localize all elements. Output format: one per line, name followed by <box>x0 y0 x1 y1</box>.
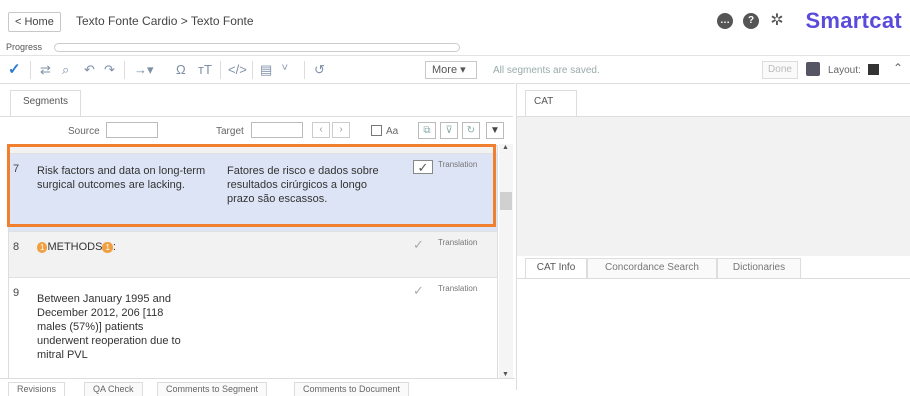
filter-icon[interactable]: ▼ <box>486 122 504 139</box>
refresh-icon[interactable]: ↻ <box>462 122 480 139</box>
filter-row: Source Target ‹ › Aa ⧉ ⊽ ↻ ▼ <box>0 116 513 144</box>
status-label: Translation <box>438 284 478 293</box>
tab-concordance-search[interactable]: Concordance Search <box>587 258 717 278</box>
target-filter-label: Target <box>216 126 244 137</box>
match-case-checkbox[interactable] <box>371 125 382 136</box>
tab-cat-info[interactable]: CAT Info <box>525 258 587 278</box>
confirm-check-icon[interactable]: ✓ <box>8 62 21 78</box>
tab-comments-segment[interactable]: Comments to Segment <box>157 382 268 396</box>
home-button[interactable]: < Home <box>8 12 61 32</box>
cat-results-area <box>517 116 910 256</box>
editor-toolbar: ✓ ⇄ ⌕ ↶ ↷ →▾ Ω тT </> ▤ ⱽ ↺ More ▾ All s… <box>0 55 910 83</box>
gear-icon[interactable]: ✲ <box>769 13 785 29</box>
revert-icon[interactable]: ↺ <box>314 62 325 78</box>
help-icon[interactable]: ? <box>743 13 759 29</box>
cat-panel: CAT CAT Info Concordance Search Dictiona… <box>516 83 910 390</box>
insert-tag-icon[interactable]: →▾ <box>134 62 154 78</box>
done-button[interactable]: Done <box>762 61 798 79</box>
table-row[interactable]: 8 1 METHODS 1: ✓ Translation <box>9 232 497 278</box>
code-icon[interactable]: </> <box>228 62 247 78</box>
copy-source-icon[interactable]: ⇄ <box>40 62 51 78</box>
divider <box>30 61 31 79</box>
bottom-tabs: Revisions QA Check Comments to Segment C… <box>0 378 515 396</box>
special-char-icon[interactable]: Ω <box>176 62 186 78</box>
comment-add-icon[interactable]: ▤ <box>260 62 272 78</box>
divider <box>252 61 253 79</box>
breadcrumb[interactable]: Texto Fonte Cardio > Texto Fonte <box>76 14 254 28</box>
scrollbar-thumb[interactable] <box>500 192 512 210</box>
table-row[interactable]: 9 Between January 1995 and December 2012… <box>9 278 497 378</box>
progress-bar <box>54 43 460 52</box>
divider <box>304 61 305 79</box>
status-label: Translation <box>438 238 478 247</box>
next-match-icon[interactable]: › <box>332 122 350 138</box>
tag-open[interactable]: 1 <box>37 241 48 253</box>
chat-icon[interactable]: … <box>717 13 733 29</box>
more-dropdown[interactable]: More ▾ <box>425 61 477 79</box>
segment-number: 9 <box>13 287 20 299</box>
scrollbar[interactable]: ▲ ▼ <box>499 144 513 378</box>
prev-match-icon[interactable]: ‹ <box>312 122 330 138</box>
save-icon[interactable] <box>806 62 820 76</box>
check-icon[interactable]: ✓ <box>413 238 433 252</box>
progress-label: Progress <box>6 42 43 52</box>
target-filter-input[interactable] <box>251 122 303 138</box>
source-text-suffix: : <box>112 241 116 253</box>
save-status: All segments are saved. <box>493 65 600 76</box>
scroll-down-icon[interactable]: ▼ <box>502 371 509 378</box>
divider <box>220 61 221 79</box>
scroll-up-icon[interactable]: ▲ <box>502 144 509 151</box>
match-case-label: Aa <box>386 126 399 137</box>
undo-icon[interactable]: ↶ <box>84 62 95 78</box>
layout-label: Layout: <box>828 65 861 76</box>
text-case-icon[interactable]: тT <box>198 62 212 78</box>
source-text: Between January 1995 and December 2012, … <box>37 293 181 361</box>
source-filter-input[interactable] <box>106 122 158 138</box>
clear-filter-icon[interactable]: ⊽ <box>440 122 458 139</box>
qa-icon[interactable]: ⱽ <box>282 62 288 78</box>
check-icon[interactable]: ✓ <box>413 284 433 298</box>
source-text: 1 METHODS 1: <box>37 240 212 254</box>
source-filter-label: Source <box>68 126 100 137</box>
tab-comments-document[interactable]: Comments to Document <box>294 382 410 396</box>
top-bar: < Home Texto Fonte Cardio > Texto Fonte … <box>0 0 910 42</box>
tab-segments[interactable]: Segments <box>10 90 82 116</box>
layout-icon[interactable] <box>868 64 879 75</box>
highlight-box <box>7 144 496 227</box>
source-text-main: METHODS <box>47 241 103 253</box>
tab-cat[interactable]: CAT <box>525 90 577 116</box>
divider <box>517 278 910 279</box>
tab-revisions[interactable]: Revisions <box>8 382 66 396</box>
header-icons: … ? ✲ <box>717 13 785 29</box>
tag-close[interactable]: 1 <box>102 241 113 253</box>
segment-number: 8 <box>13 241 20 253</box>
filter-options-icon[interactable]: ⧉ <box>418 122 436 139</box>
redo-icon[interactable]: ↷ <box>104 62 115 78</box>
brand-logo[interactable]: Smartcat <box>805 8 902 34</box>
tab-qa-check[interactable]: QA Check <box>84 382 143 396</box>
search-replace-icon[interactable]: ⌕ <box>62 62 69 78</box>
tab-dictionaries[interactable]: Dictionaries <box>717 258 801 278</box>
divider <box>124 61 125 79</box>
collapse-icon[interactable]: ⌃ <box>893 61 903 75</box>
segments-panel: Segments Source Target ‹ › Aa ⧉ ⊽ ↻ ▼ 7 … <box>0 83 515 396</box>
